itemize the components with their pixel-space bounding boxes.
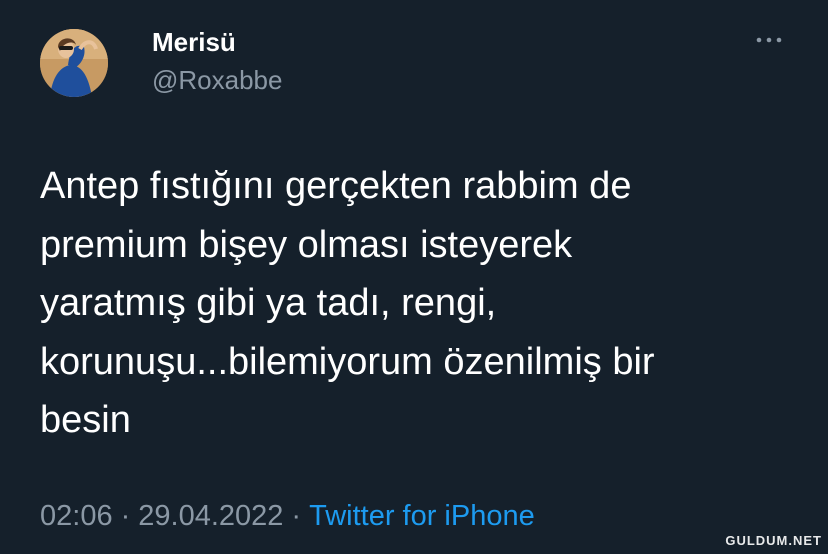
- tweet-source-link[interactable]: Twitter for iPhone: [309, 500, 535, 532]
- separator: ·: [291, 500, 302, 532]
- display-name[interactable]: Merisü: [152, 26, 236, 58]
- tweet-time[interactable]: 02:06: [40, 500, 113, 532]
- tweet-text: Antep fıstığını gerçekten rabbim de prem…: [40, 165, 655, 441]
- separator: ·: [120, 500, 131, 532]
- tweet-metadata: 02:06 · 29.04.2022 · Twitter for iPhone: [40, 496, 535, 536]
- avatar-image: [40, 29, 108, 97]
- username[interactable]: @Roxabbe: [152, 64, 282, 96]
- watermark: GULDUM.NET: [725, 533, 822, 548]
- avatar[interactable]: [40, 29, 108, 97]
- more-horizontal-icon[interactable]: [752, 30, 786, 50]
- tweet-date[interactable]: 29.04.2022: [138, 500, 283, 532]
